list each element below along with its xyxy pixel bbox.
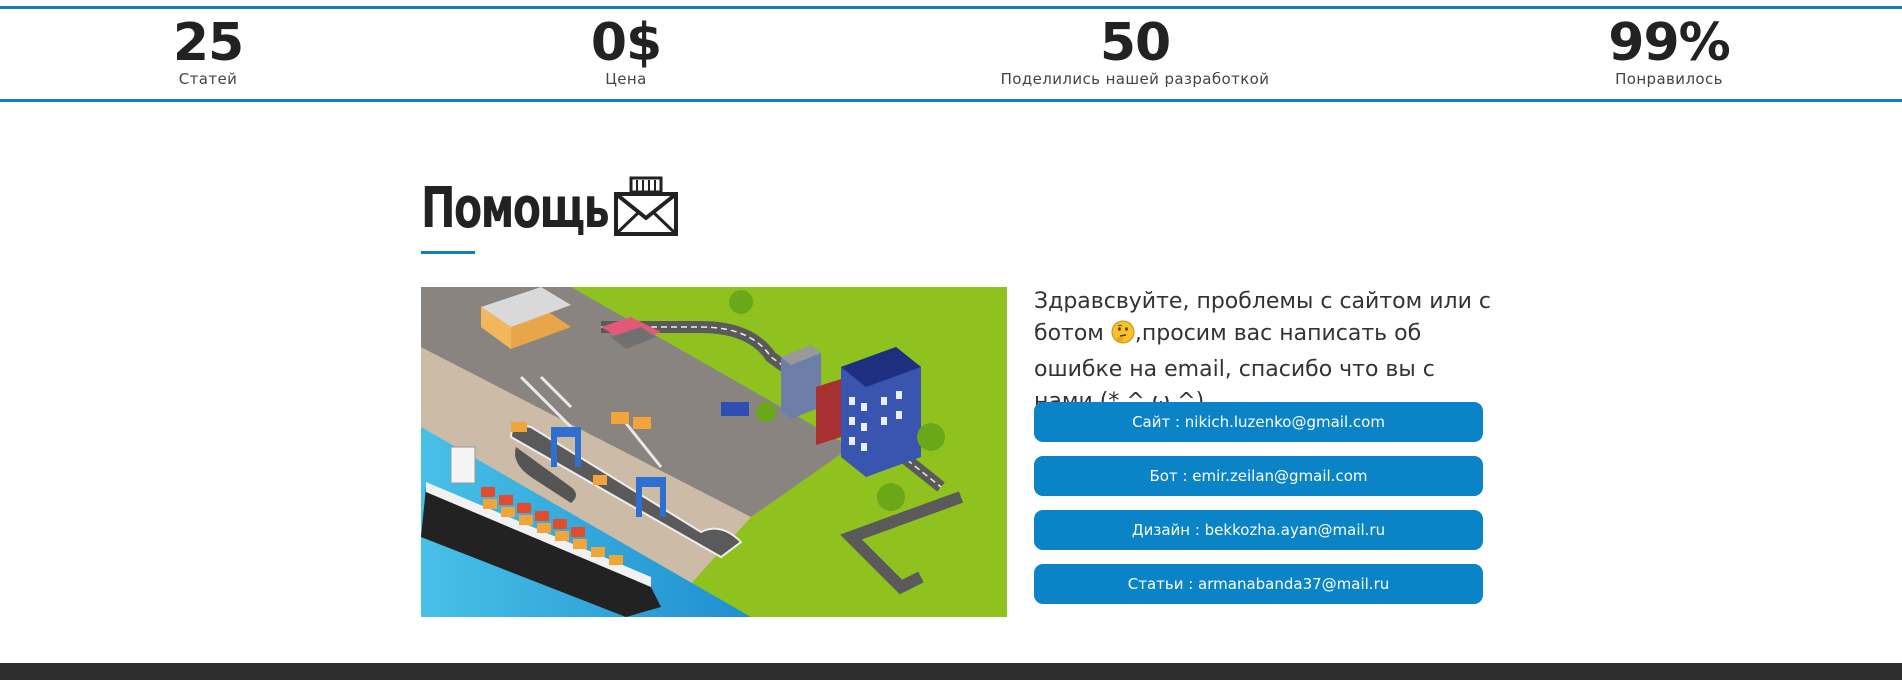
contact-bot-button[interactable]: Бот : emir.zeilan@gmail.com <box>1034 456 1483 496</box>
stat-label: Поделились нашей разработкой <box>1000 70 1270 88</box>
stats-bar: 25 Статей 0$ Цена 50 Поделились нашей ра… <box>0 6 1902 102</box>
contact-site-button[interactable]: Сайт : nikich.luzenko@gmail.com <box>1034 402 1483 442</box>
stat-value: 0$ <box>590 13 662 73</box>
contact-design-label: Дизайн : bekkozha.ayan@mail.ru <box>1131 521 1386 539</box>
stat-label: Цена <box>605 70 647 88</box>
contact-site-label: Сайт : nikich.luzenko@gmail.com <box>1132 413 1385 431</box>
stat-value: 99% <box>1608 13 1730 73</box>
contact-articles-button[interactable]: Статьи : armanabanda37@mail.ru <box>1034 564 1483 604</box>
thinking-face-icon <box>1111 320 1135 354</box>
footer <box>0 663 1902 680</box>
stat-value: 50 <box>1099 13 1171 73</box>
stat-value: 25 <box>172 13 244 73</box>
port-illustration <box>421 287 1007 617</box>
contact-design-button[interactable]: Дизайн : bekkozha.ayan@mail.ru <box>1034 510 1483 550</box>
envelope-icon <box>613 176 679 242</box>
stat-label: Понравилось <box>1615 70 1723 88</box>
stat-price: 0$ Цена <box>426 15 826 88</box>
contact-bot-label: Бот : emir.zeilan@gmail.com <box>1149 467 1368 485</box>
stat-shared: 50 Поделились нашей разработкой <box>935 15 1335 88</box>
page-title: Помощь <box>421 176 610 241</box>
help-message: Здравсвуйте, проблемы с сайтом или с бот… <box>1034 286 1494 418</box>
title-underline <box>421 251 475 254</box>
help-heading: Помощь <box>421 176 679 242</box>
stat-liked: 99% Понравилось <box>1469 15 1869 88</box>
stat-label: Статей <box>178 70 238 88</box>
contact-articles-label: Статьи : armanabanda37@mail.ru <box>1127 575 1390 593</box>
stat-articles: 25 Статей <box>8 15 408 88</box>
